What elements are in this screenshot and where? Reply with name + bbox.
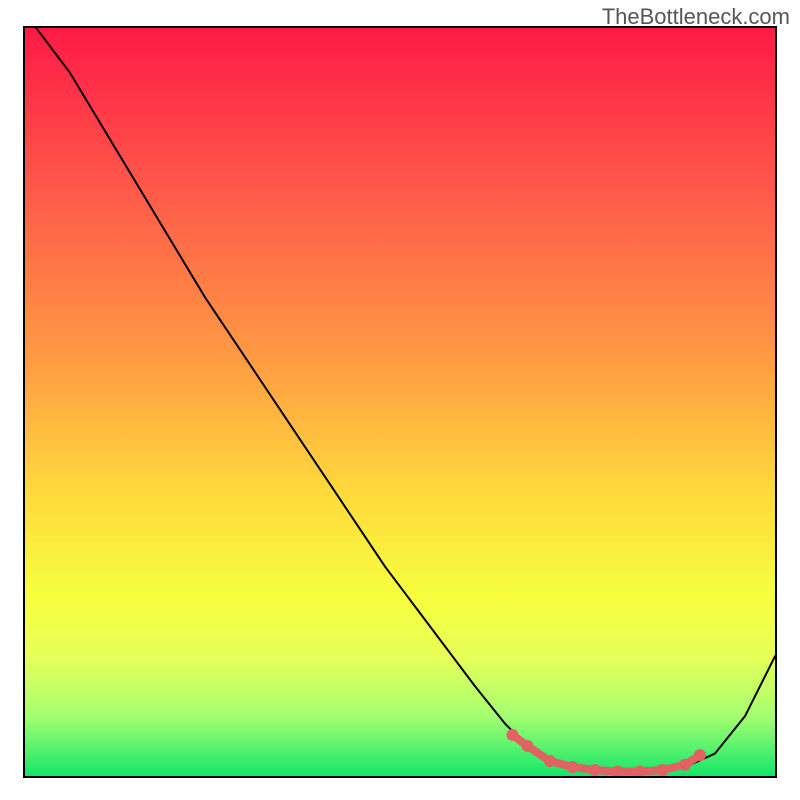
marker-dot xyxy=(679,759,691,771)
curve-layer xyxy=(25,28,775,776)
marker-dot xyxy=(634,766,646,776)
marker-dot xyxy=(567,761,579,773)
bottleneck-curve xyxy=(25,28,775,772)
marker-dot xyxy=(544,755,556,767)
marker-dot xyxy=(657,764,669,776)
marker-dot xyxy=(506,729,518,741)
marker-dot xyxy=(589,764,601,776)
watermark-text: TheBottleneck.com xyxy=(602,4,790,30)
marker-dot xyxy=(612,766,624,776)
chart-frame: TheBottleneck.com xyxy=(0,0,800,800)
marker-dot xyxy=(694,749,706,761)
marker-dot xyxy=(522,740,534,752)
marker-group xyxy=(506,729,705,776)
plot-area xyxy=(23,26,777,778)
